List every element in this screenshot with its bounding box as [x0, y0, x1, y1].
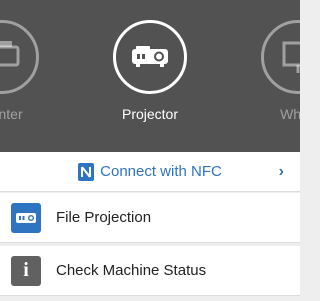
- file-projection-icon: [11, 202, 41, 233]
- file-projection-item[interactable]: File Projection: [0, 193, 300, 243]
- whiteboard-icon: [282, 41, 300, 73]
- printer-ring: [0, 20, 39, 94]
- info-icon: i: [11, 255, 41, 286]
- projector-ring: [113, 20, 187, 94]
- device-whiteboard[interactable]: White: [255, 20, 300, 122]
- check-machine-status-item[interactable]: i Check Machine Status: [0, 246, 300, 296]
- whiteboard-ring: [261, 20, 300, 94]
- printer-icon: [0, 41, 20, 67]
- connect-nfc-label: Connect with NFC: [100, 163, 222, 180]
- check-machine-status-label: Check Machine Status: [56, 262, 207, 279]
- file-projection-label: File Projection: [56, 209, 152, 226]
- chevron-right-icon: ›: [278, 163, 284, 180]
- device-carousel[interactable]: Printer Projector White: [0, 0, 300, 152]
- projector-icon: [132, 46, 168, 67]
- nfc-icon: [78, 162, 95, 181]
- connect-nfc-button[interactable]: Connect with NFC ›: [0, 152, 300, 192]
- device-label-projector: Projector: [121, 106, 179, 122]
- device-label-printer: Printer: [0, 106, 23, 122]
- device-label-whiteboard: White: [280, 106, 300, 122]
- device-projector[interactable]: Projector: [107, 20, 193, 122]
- device-printer[interactable]: Printer: [0, 20, 45, 122]
